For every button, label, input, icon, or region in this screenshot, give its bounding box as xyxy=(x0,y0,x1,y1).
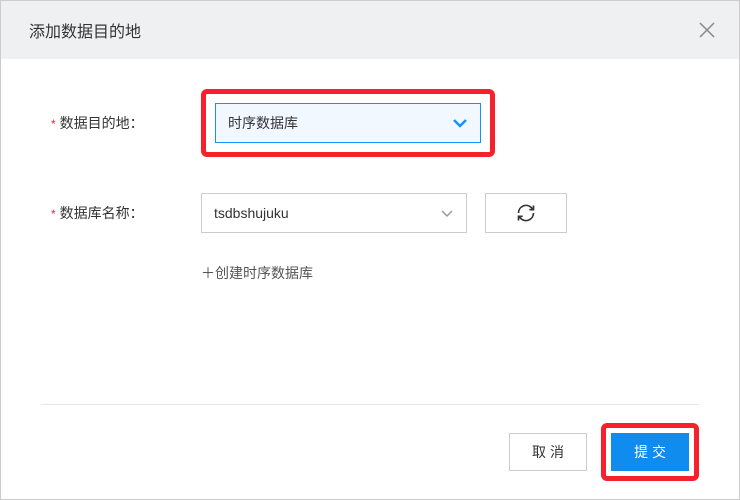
form-row-destination: * 数据目的地： 时序数据库 xyxy=(41,89,699,157)
dbname-select-value: tsdbshujuku xyxy=(214,205,289,221)
dialog-footer: 取消 提交 xyxy=(41,404,699,499)
submit-button[interactable]: 提交 xyxy=(611,433,689,471)
dialog-body: * 数据目的地： 时序数据库 * 数据库名称： tsdbshujuku xyxy=(1,59,739,404)
required-asterisk: * xyxy=(51,207,56,221)
form-row-dbname: * 数据库名称： tsdbshujuku xyxy=(41,193,699,233)
create-tsdb-link[interactable]: ＋创建时序数据库 xyxy=(201,263,313,283)
dialog-title: 添加数据目的地 xyxy=(29,18,141,42)
destination-label-text: 数据目的地： xyxy=(60,115,144,131)
chevron-down-icon xyxy=(440,205,454,221)
destination-label: * 数据目的地： xyxy=(41,113,201,133)
close-button[interactable] xyxy=(695,18,719,42)
dbname-label-text: 数据库名称： xyxy=(60,205,144,221)
destination-highlight: 时序数据库 xyxy=(201,89,495,157)
submit-highlight: 提交 xyxy=(601,423,699,481)
chevron-down-icon xyxy=(452,115,468,131)
refresh-icon xyxy=(516,203,536,223)
dbname-select[interactable]: tsdbshujuku xyxy=(201,193,467,233)
close-icon xyxy=(698,21,716,39)
refresh-button[interactable] xyxy=(485,193,567,233)
dbname-control-wrap: tsdbshujuku xyxy=(201,193,567,233)
required-asterisk: * xyxy=(51,117,56,131)
cancel-button[interactable]: 取消 xyxy=(509,433,587,471)
dialog-header: 添加数据目的地 xyxy=(1,1,739,59)
destination-select-value: 时序数据库 xyxy=(228,113,298,133)
dbname-label: * 数据库名称： xyxy=(41,203,201,223)
create-link-row: ＋创建时序数据库 xyxy=(41,263,699,283)
destination-select[interactable]: 时序数据库 xyxy=(215,103,481,143)
add-destination-dialog: 添加数据目的地 * 数据目的地： 时序数据库 * 数据库名称： xyxy=(0,0,740,500)
